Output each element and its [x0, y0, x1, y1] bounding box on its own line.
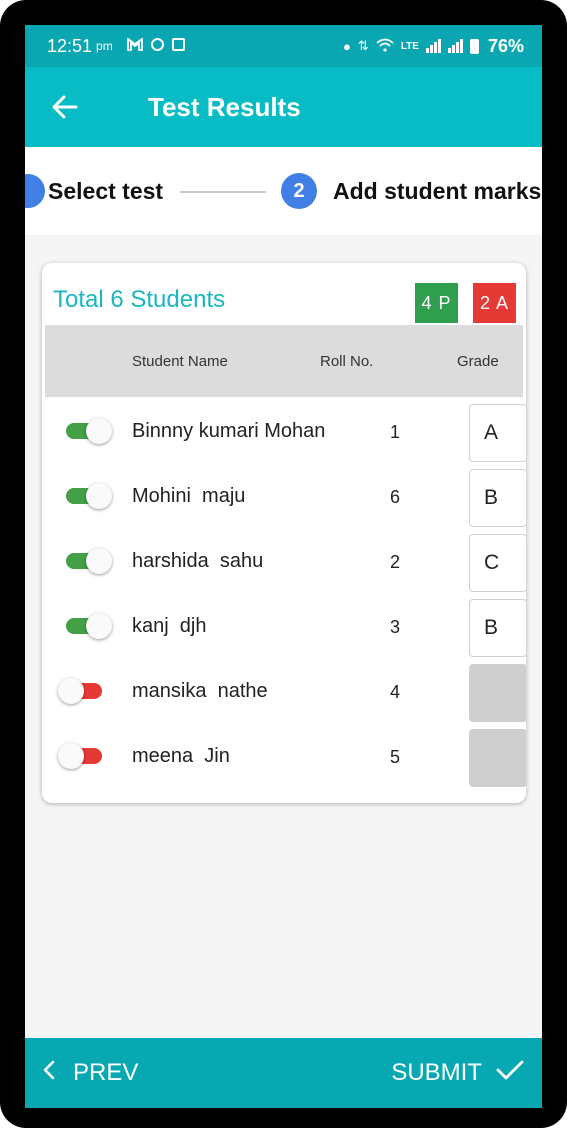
attendance-toggle[interactable] — [66, 613, 112, 639]
attendance-toggle[interactable] — [66, 483, 112, 509]
step-connector — [180, 191, 266, 193]
attendance-toggle[interactable] — [58, 678, 102, 704]
data-arrows-icon: ⇅ — [357, 38, 369, 53]
student-name: meena Jin — [132, 745, 230, 767]
grade-input[interactable]: A — [469, 404, 526, 462]
grade-input-disabled — [469, 729, 526, 787]
volte-icon: LTE — [400, 40, 419, 52]
absent-count-badge: 2 A — [473, 283, 516, 323]
dot-icon: ● — [343, 38, 351, 54]
status-time: 12:51 — [47, 35, 93, 56]
attendance-toggle[interactable] — [58, 743, 102, 769]
signal-icon-2 — [447, 39, 463, 53]
battery-level: 76% — [487, 35, 524, 56]
bottom-bar: PREV SUBMIT — [25, 1038, 542, 1108]
table-row: meena Jin 5 — [42, 727, 526, 792]
app-bar: Test Results — [25, 67, 542, 147]
signal-icon — [425, 39, 441, 53]
grade-input[interactable]: B — [469, 469, 526, 527]
battery-icon — [469, 38, 479, 54]
grade-input[interactable]: C — [469, 534, 526, 592]
header-roll-no: Roll No. — [320, 353, 374, 370]
status-icons-right: ● ⇅ LTE 76% — [343, 36, 524, 57]
status-ampm: pm — [96, 39, 113, 53]
submit-label: SUBMIT — [391, 1059, 482, 1086]
chevron-left-icon — [43, 1059, 55, 1087]
prev-label: PREV — [73, 1059, 139, 1086]
table-row: Binnny kumari Mohan 1 A — [42, 402, 526, 467]
step-2-label[interactable]: Add student marks — [333, 178, 541, 205]
step-1-label[interactable]: Select test — [48, 178, 163, 205]
table-row: kanj djh 3 B — [42, 597, 526, 662]
student-name: Binnny kumari Mohan — [132, 420, 326, 442]
table-row: Mohini maju 6 B — [42, 467, 526, 532]
students-card: Total 6 Students 4 P 2 A Student Name Ro… — [42, 263, 526, 803]
table-row: mansika nathe 4 — [42, 662, 526, 727]
attendance-toggle[interactable] — [66, 548, 112, 574]
roll-number: 5 — [390, 747, 401, 767]
wifi-icon — [376, 38, 394, 55]
step-2-indicator[interactable]: 2 — [281, 173, 317, 209]
header-grade: Grade — [457, 353, 499, 370]
present-count-badge: 4 P — [415, 283, 458, 323]
status-icons-left — [126, 37, 185, 54]
student-name: mansika nathe — [132, 680, 268, 702]
submit-button[interactable]: SUBMIT — [391, 1038, 524, 1108]
step-1-indicator[interactable] — [25, 174, 45, 208]
roll-number: 1 — [390, 422, 401, 442]
sync-icon — [150, 38, 164, 51]
stepper: Select test 2 Add student marks — [25, 147, 542, 235]
header-student-name: Student Name — [132, 353, 228, 370]
table-header: Student Name Roll No. Grade — [45, 325, 523, 397]
grade-input[interactable]: B — [469, 599, 526, 657]
page-title: Test Results — [148, 91, 301, 122]
student-name: Mohini maju — [132, 485, 246, 507]
student-name: harshida sahu — [132, 550, 264, 572]
gmail-icon — [126, 37, 143, 54]
screen: 12:51 pm ● ⇅ LTE 76% Test Results Select… — [25, 25, 542, 1108]
phone-frame: 12:51 pm ● ⇅ LTE 76% Test Results Select… — [0, 0, 567, 1128]
linkedin-icon — [171, 38, 185, 51]
status-bar: 12:51 pm ● ⇅ LTE 76% — [25, 25, 542, 67]
table-row: harshida sahu 2 C — [42, 532, 526, 597]
roll-number: 2 — [390, 552, 401, 572]
roll-number: 6 — [390, 487, 401, 507]
prev-button[interactable]: PREV — [43, 1038, 138, 1108]
student-name: kanj djh — [132, 615, 207, 637]
arrow-left-icon[interactable] — [25, 67, 105, 147]
roll-number: 3 — [390, 617, 401, 637]
check-icon — [496, 1059, 524, 1087]
attendance-toggle[interactable] — [66, 418, 112, 444]
total-students-title: Total 6 Students — [53, 286, 226, 313]
roll-number: 4 — [390, 682, 401, 702]
grade-input-disabled — [469, 664, 526, 722]
